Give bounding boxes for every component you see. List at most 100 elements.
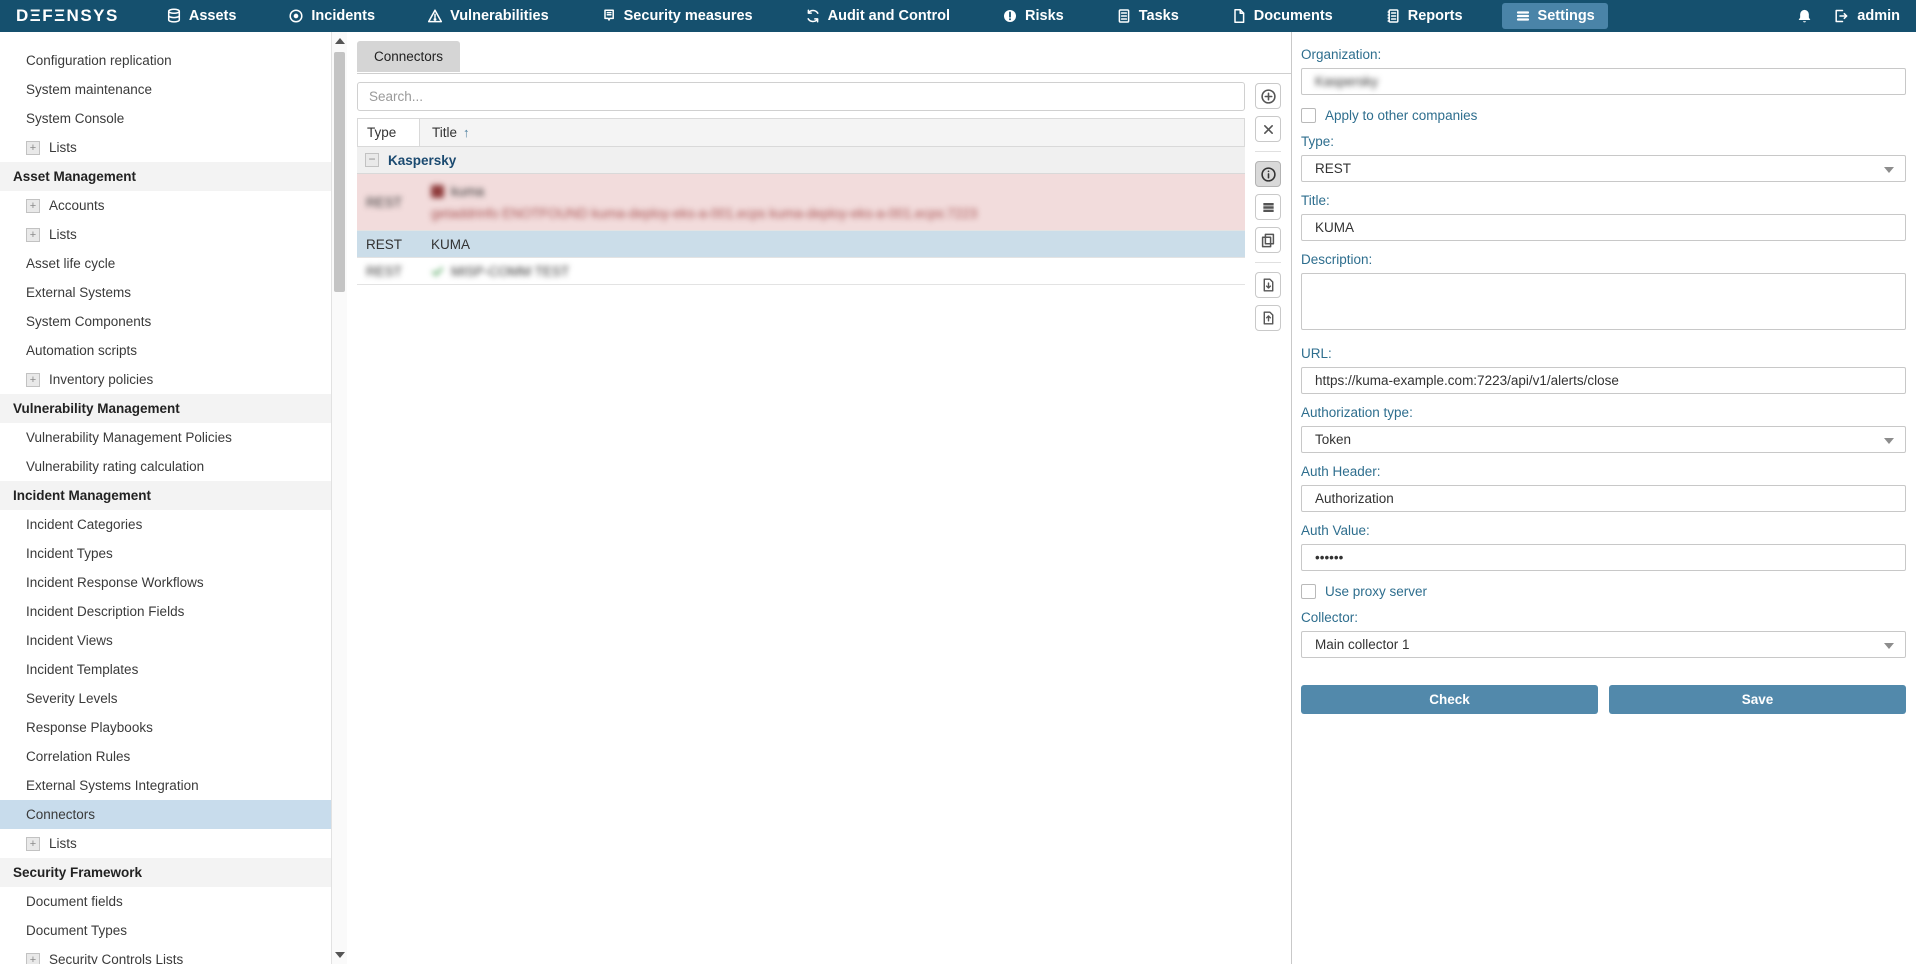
scroll-up-icon[interactable] [335, 38, 345, 44]
nav-item-audit-and-control[interactable]: Audit and Control [792, 3, 963, 29]
sidebar-item-asset-life-cycle[interactable]: Asset life cycle [0, 249, 331, 278]
nav-item-reports[interactable]: Reports [1372, 3, 1476, 29]
sidebar-section-vulnerability-management: Vulnerability Management [0, 394, 331, 423]
connector-type: REST [357, 180, 419, 224]
scroll-down-icon[interactable] [335, 952, 345, 958]
title-field[interactable] [1301, 214, 1906, 241]
connectors-table: Type Title ↑ − Kaspersky RESTkumagetaddr… [357, 74, 1245, 964]
sidebar-item-incident-types[interactable]: Incident Types [0, 539, 331, 568]
export-button[interactable] [1255, 272, 1281, 298]
connector-row-kuma[interactable]: RESTKUMA [357, 231, 1245, 258]
sidebar-item-connectors[interactable]: Connectors [0, 800, 331, 829]
sidebar-item-external-systems[interactable]: External Systems [0, 278, 331, 307]
nav-item-vulnerabilities[interactable]: Vulnerabilities [414, 3, 562, 29]
sidebar-item-automation-scripts[interactable]: Automation scripts [0, 336, 331, 365]
expand-plus-icon[interactable]: + [26, 228, 40, 242]
nav-item-settings[interactable]: Settings [1502, 3, 1608, 29]
tab-connectors[interactable]: Connectors [357, 41, 460, 72]
sidebar-item-incident-views[interactable]: Incident Views [0, 626, 331, 655]
import-button[interactable] [1255, 305, 1281, 331]
check-button[interactable]: Check [1301, 685, 1598, 714]
nav-item-assets[interactable]: Assets [153, 3, 250, 29]
scroll-thumb[interactable] [334, 52, 345, 292]
type-select[interactable]: REST [1301, 155, 1906, 182]
url-label: URL: [1301, 346, 1906, 361]
sidebar-item-system-components[interactable]: System Components [0, 307, 331, 336]
add-button[interactable] [1255, 83, 1281, 109]
expand-plus-icon[interactable]: + [26, 837, 40, 851]
sidebar-item-response-playbooks[interactable]: Response Playbooks [0, 713, 331, 742]
file-up-icon [1261, 310, 1276, 326]
apply-label: Apply to other companies [1325, 108, 1477, 123]
authorization-type-select[interactable]: Token [1301, 426, 1906, 453]
sidebar-item-severity-levels[interactable]: Severity Levels [0, 684, 331, 713]
expand-plus-icon[interactable]: + [26, 199, 40, 213]
checkbox-icon[interactable] [1301, 108, 1316, 123]
sidebar-item-correlation-rules[interactable]: Correlation Rules [0, 742, 331, 771]
apply-to-other-companies-checkbox[interactable]: Apply to other companies [1301, 108, 1906, 123]
info-button[interactable] [1255, 161, 1281, 187]
copy-button[interactable] [1255, 227, 1281, 253]
checkbox-icon[interactable] [1301, 584, 1316, 599]
collector-select[interactable]: Main collector 1 [1301, 631, 1906, 658]
user-menu[interactable]: admin [1833, 8, 1900, 24]
nav-item-documents[interactable]: Documents [1218, 3, 1346, 29]
auth-header-field[interactable] [1301, 485, 1906, 512]
group-label: Kaspersky [388, 153, 456, 168]
url-field[interactable] [1301, 367, 1906, 394]
collapse-minus-icon[interactable]: − [365, 153, 379, 167]
sidebar-item-document-types[interactable]: Document Types [0, 916, 331, 945]
delete-button[interactable] [1255, 116, 1281, 142]
sidebar-item-incident-response-workflows[interactable]: Incident Response Workflows [0, 568, 331, 597]
sidebar-section-asset-management: Asset Management [0, 162, 331, 191]
sidebar-item-label: Incident Views [26, 633, 113, 648]
sidebar-item-inventory-policies[interactable]: +Inventory policies [0, 365, 331, 394]
sidebar-item-lists[interactable]: + Lists [0, 829, 331, 858]
sidebar-item-incident-templates[interactable]: Incident Templates [0, 655, 331, 684]
group-row-kaspersky[interactable]: − Kaspersky [357, 147, 1245, 174]
sidebar-item-system-maintenance[interactable]: System maintenance [0, 75, 331, 104]
column-header-title[interactable]: Title ↑ [420, 119, 1244, 146]
expand-plus-icon[interactable]: + [26, 953, 40, 964]
sidebar-item-configuration-replication[interactable]: Configuration replication [0, 46, 331, 75]
connector-title: kuma [451, 184, 484, 199]
sidebar-item-label: Response Playbooks [26, 720, 153, 735]
bell-icon[interactable] [1796, 8, 1813, 25]
sidebar-item-system-console[interactable]: System Console [0, 104, 331, 133]
sidebar-item-incident-categories[interactable]: Incident Categories [0, 510, 331, 539]
nav-item-incidents[interactable]: Incidents [275, 3, 388, 29]
table-toolbar [1245, 74, 1291, 964]
nav-item-security-measures[interactable]: Security measures [588, 3, 766, 29]
sidebar-scrollbar[interactable] [331, 32, 347, 964]
connector-row-kuma[interactable]: RESTkumagetaddrinfo ENOTFOUND kuma-deplo… [357, 174, 1245, 231]
organization-field[interactable]: Kaspersky [1301, 68, 1906, 95]
sidebar-item-lists[interactable]: +Lists [0, 220, 331, 249]
use-proxy-server-checkbox[interactable]: Use proxy server [1301, 584, 1906, 599]
expand-plus-icon[interactable]: + [26, 373, 40, 387]
column-header-type[interactable]: Type [358, 119, 420, 146]
save-button[interactable]: Save [1609, 685, 1906, 714]
nav-item-tasks[interactable]: Tasks [1103, 3, 1192, 29]
sidebar-item-vulnerability-management-policies[interactable]: Vulnerability Management Policies [0, 423, 331, 452]
sidebar-item-vulnerability-rating-calculation[interactable]: Vulnerability rating calculation [0, 452, 331, 481]
sidebar-item-lists[interactable]: +Lists [0, 133, 331, 162]
auth-value-field[interactable] [1301, 544, 1906, 571]
search-input[interactable] [357, 82, 1245, 111]
expand-plus-icon[interactable]: + [26, 141, 40, 155]
sidebar-item-security-controls-lists[interactable]: +Security Controls Lists [0, 945, 331, 964]
report-icon [1385, 8, 1401, 24]
sidebar-item-label: Lists [49, 836, 77, 851]
title-label: Title: [1301, 193, 1906, 208]
sidebar-item-incident-description-fields[interactable]: Incident Description Fields [0, 597, 331, 626]
sidebar-item-accounts[interactable]: +Accounts [0, 191, 331, 220]
sidebar-item-external-systems-integration[interactable]: External Systems Integration [0, 771, 331, 800]
sidebar-item-label: System Console [26, 111, 124, 126]
sidebar-item-document-fields[interactable]: Document fields [0, 887, 331, 916]
chevron-down-icon [1884, 438, 1894, 444]
sidebar-item-label: Incident Templates [26, 662, 138, 677]
description-field[interactable] [1301, 273, 1906, 330]
nav-item-label: Reports [1408, 8, 1463, 24]
nav-item-risks[interactable]: Risks [989, 3, 1077, 29]
connector-row-misp-comm-test[interactable]: RESTMISP-COMM TEST [357, 258, 1245, 285]
details-button[interactable] [1255, 194, 1281, 220]
